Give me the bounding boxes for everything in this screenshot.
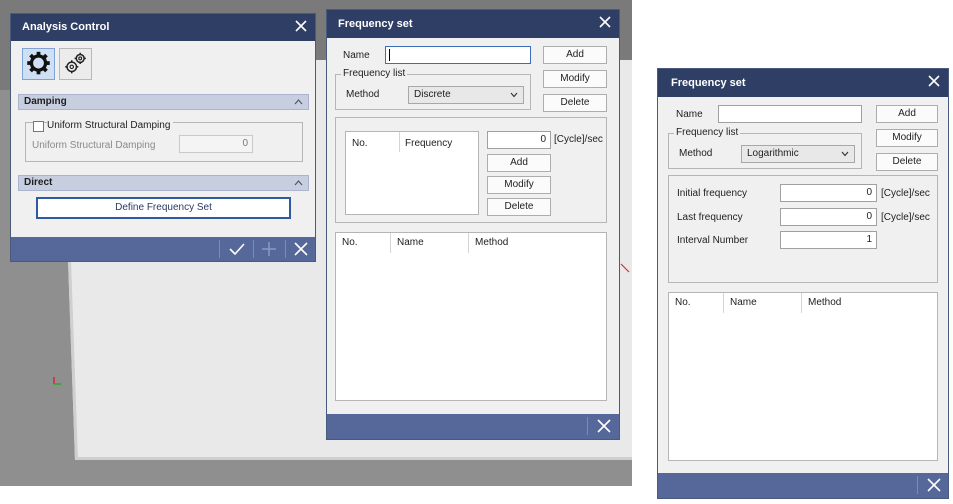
table-header-no: No. bbox=[669, 293, 724, 313]
frequency-set-footer bbox=[658, 473, 948, 498]
last-frequency-input[interactable]: 0 bbox=[780, 208, 877, 226]
analysis-control-title: Analysis Control bbox=[11, 14, 315, 41]
frequency-list-label: Frequency list bbox=[341, 68, 408, 79]
define-frequency-set-button[interactable]: Define Frequency Set bbox=[36, 197, 291, 219]
gears-icon bbox=[65, 52, 86, 74]
add-button[interactable]: Add bbox=[543, 46, 607, 64]
frequency-list[interactable]: No. Frequency bbox=[345, 131, 479, 215]
name-label: Name bbox=[343, 50, 370, 61]
uniform-damping-checkbox-label: Uniform Structural Damping bbox=[47, 120, 174, 131]
check-icon[interactable] bbox=[222, 239, 252, 259]
modify-button[interactable]: Modify bbox=[876, 129, 938, 147]
axis-triad-icon bbox=[53, 377, 61, 385]
column-divider bbox=[399, 132, 400, 152]
list-add-button[interactable]: Add bbox=[487, 154, 551, 172]
plus-icon[interactable] bbox=[254, 239, 284, 259]
list-delete-button[interactable]: Delete bbox=[487, 198, 551, 216]
close-icon[interactable] bbox=[589, 416, 619, 436]
frequency-set-title: Frequency set bbox=[327, 10, 619, 38]
frequency-set-title: Frequency set bbox=[658, 69, 948, 97]
chevron-up-icon[interactable] bbox=[294, 179, 303, 186]
modify-button[interactable]: Modify bbox=[543, 70, 607, 88]
frequency-list-group: Frequency list Method Discrete bbox=[335, 68, 531, 110]
damping-section-header[interactable]: Damping bbox=[18, 94, 309, 110]
interval-number-input[interactable]: 1 bbox=[780, 231, 877, 249]
delete-button[interactable]: Delete bbox=[543, 94, 607, 112]
uniform-damping-checkbox[interactable] bbox=[33, 121, 44, 132]
table-header-method: Method bbox=[808, 297, 842, 308]
analysis-control-dialog: Analysis Control Damping Uniform Structu… bbox=[10, 13, 316, 262]
initial-frequency-label: Initial frequency bbox=[677, 188, 748, 199]
column-header-frequency: Frequency bbox=[405, 138, 453, 149]
footer-divider bbox=[587, 417, 588, 435]
close-icon[interactable] bbox=[598, 15, 612, 29]
method-label: Method bbox=[679, 148, 713, 159]
close-icon[interactable] bbox=[294, 19, 308, 33]
table-header-method: Method bbox=[475, 237, 509, 248]
footer-divider bbox=[917, 476, 918, 494]
direct-section-header[interactable]: Direct bbox=[18, 175, 309, 191]
close-icon[interactable] bbox=[919, 475, 949, 495]
close-icon[interactable] bbox=[927, 74, 941, 88]
discrete-frequency-panel: No. Frequency 0 [Cycle]/sec Add Modify D… bbox=[335, 117, 607, 223]
name-label: Name bbox=[676, 109, 703, 120]
add-button[interactable]: Add bbox=[876, 105, 938, 123]
table-header-name: Name bbox=[391, 233, 469, 253]
method-select[interactable]: Discrete bbox=[408, 86, 524, 104]
delete-button[interactable]: Delete bbox=[876, 153, 938, 171]
axis-marker-icon bbox=[620, 263, 630, 273]
table-header-no: No. bbox=[336, 233, 391, 253]
text-cursor bbox=[389, 49, 390, 61]
frequency-value-input[interactable]: 0 bbox=[487, 131, 551, 149]
frequency-set-dialog-logarithmic: Frequency set Name Add Modify Delete Fre… bbox=[657, 68, 949, 499]
column-header-no: No. bbox=[352, 138, 368, 149]
frequency-set-table[interactable]: No. Name Method bbox=[335, 232, 607, 401]
gear-icon bbox=[27, 51, 50, 75]
general-settings-tool[interactable] bbox=[22, 48, 55, 80]
damping-group: Uniform Structural Damping Uniform Struc… bbox=[25, 120, 303, 162]
chevron-down-icon bbox=[841, 151, 849, 157]
method-select-value: Discrete bbox=[414, 89, 451, 100]
footer-divider bbox=[219, 240, 220, 258]
frequency-set-dialog-discrete: Frequency set Name Add Modify Delete Fre… bbox=[326, 9, 620, 440]
analysis-control-footer bbox=[11, 237, 315, 261]
uniform-damping-field-label: Uniform Structural Damping bbox=[32, 140, 156, 151]
uniform-damping-field[interactable]: 0 bbox=[179, 135, 253, 153]
frequency-list-label: Frequency list bbox=[674, 127, 741, 138]
name-input[interactable] bbox=[718, 105, 862, 123]
close-icon[interactable] bbox=[286, 239, 316, 259]
frequency-set-footer bbox=[327, 414, 619, 439]
logarithmic-frequency-panel: Initial frequency 0 [Cycle]/sec Last fre… bbox=[668, 175, 938, 283]
table-header-name: Name bbox=[724, 293, 802, 313]
method-label: Method bbox=[346, 89, 380, 100]
last-frequency-unit: [Cycle]/sec bbox=[881, 212, 930, 223]
list-modify-button[interactable]: Modify bbox=[487, 176, 551, 194]
frequency-set-table[interactable]: No. Name Method bbox=[668, 292, 938, 461]
direct-header-label: Direct bbox=[24, 177, 53, 188]
chevron-up-icon[interactable] bbox=[294, 98, 303, 105]
last-frequency-label: Last frequency bbox=[677, 212, 743, 223]
method-select[interactable]: Logarithmic bbox=[741, 145, 855, 163]
initial-frequency-input[interactable]: 0 bbox=[780, 184, 877, 202]
interval-number-label: Interval Number bbox=[677, 235, 749, 246]
frequency-list-group: Frequency list Method Logarithmic bbox=[668, 127, 862, 169]
chevron-down-icon bbox=[510, 92, 518, 98]
initial-frequency-unit: [Cycle]/sec bbox=[881, 188, 930, 199]
advanced-settings-tool[interactable] bbox=[59, 48, 92, 80]
damping-header-label: Damping bbox=[24, 96, 67, 107]
method-select-value: Logarithmic bbox=[747, 148, 799, 159]
name-input[interactable] bbox=[385, 46, 531, 64]
frequency-unit-label: [Cycle]/sec bbox=[554, 134, 603, 145]
